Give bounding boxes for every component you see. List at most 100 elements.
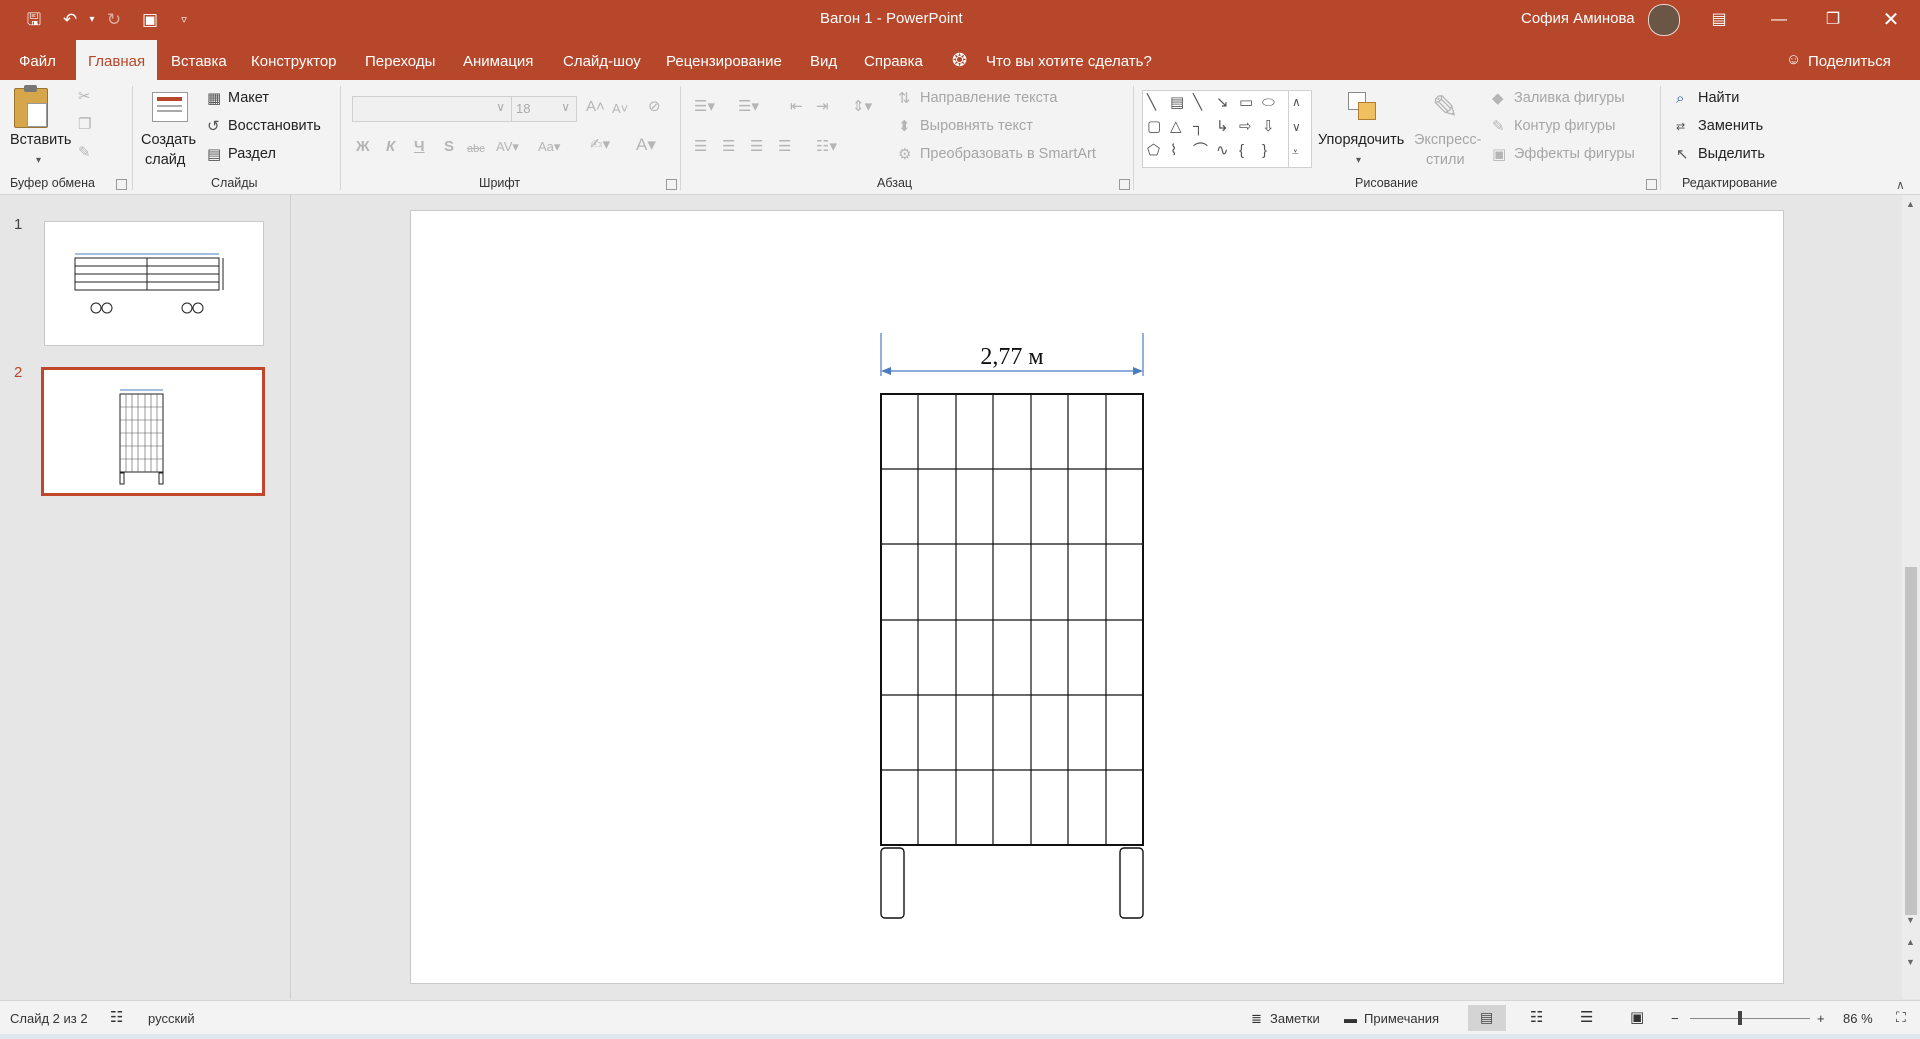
- zoom-out-icon[interactable]: −: [1671, 1011, 1679, 1026]
- new-slide-button-line2[interactable]: слайд: [145, 152, 185, 168]
- close-icon[interactable]: ✕: [1868, 0, 1914, 40]
- arrow-shape-icon[interactable]: ↘: [1216, 94, 1229, 112]
- arrange-dropdown-icon[interactable]: ▾: [1356, 152, 1361, 170]
- vertical-scrollbar[interactable]: ▲ ▼ ▲ ▼: [1902, 195, 1920, 999]
- user-name[interactable]: София Аминова: [1521, 10, 1635, 27]
- increase-font-icon[interactable]: A˄: [586, 98, 605, 116]
- find-button[interactable]: Найти: [1698, 90, 1739, 106]
- arrange-icon[interactable]: [1346, 90, 1380, 124]
- clipboard-launcher-icon[interactable]: [116, 179, 127, 190]
- scroll-thumb[interactable]: [1905, 567, 1917, 915]
- copy-icon[interactable]: ❐: [78, 116, 91, 134]
- restore-icon[interactable]: ❐: [1810, 0, 1856, 40]
- smartart-button[interactable]: Преобразовать в SmartArt: [920, 146, 1096, 162]
- new-slide-icon[interactable]: [152, 92, 188, 122]
- highlight-icon[interactable]: ✍▾: [590, 136, 610, 154]
- slideshow-view-icon[interactable]: ▣: [1630, 1008, 1644, 1026]
- shadow-button[interactable]: S: [444, 138, 454, 156]
- right-brace-icon[interactable]: }: [1262, 142, 1267, 160]
- font-name-combobox[interactable]: ∨: [352, 96, 512, 122]
- start-from-beginning-icon[interactable]: ▣: [138, 8, 162, 32]
- oval-shape-icon[interactable]: ⬭: [1262, 94, 1275, 112]
- wheel-left[interactable]: [880, 847, 905, 919]
- tab-file[interactable]: Файл: [19, 40, 56, 80]
- align-left-icon[interactable]: ☰: [694, 138, 707, 156]
- drawing-launcher-icon[interactable]: [1646, 179, 1657, 190]
- scroll-down-icon[interactable]: ▼: [1906, 915, 1915, 925]
- tab-slideshow[interactable]: Слайд-шоу: [563, 40, 641, 80]
- numbering-icon[interactable]: ☰▾: [738, 98, 759, 116]
- quick-styles-icon[interactable]: ✎: [1432, 90, 1459, 124]
- ribbon-display-options-icon[interactable]: ▤: [1696, 0, 1742, 40]
- slide-sorter-icon[interactable]: ☷: [1530, 1008, 1543, 1026]
- tab-design[interactable]: Конструктор: [251, 40, 337, 80]
- increase-indent-icon[interactable]: ⇥: [816, 98, 829, 116]
- scribble-shape-icon[interactable]: ⌇: [1170, 142, 1177, 160]
- paste-dropdown-icon[interactable]: ▾: [36, 152, 41, 170]
- tab-transitions[interactable]: Переходы: [365, 40, 435, 80]
- rectangle-shape-icon[interactable]: ▭: [1239, 94, 1253, 112]
- cut-icon[interactable]: ✂: [78, 88, 91, 106]
- tab-help[interactable]: Справка: [864, 40, 923, 80]
- text-direction-button[interactable]: Направление текста: [920, 90, 1057, 106]
- align-text-button[interactable]: Выровнять текст: [920, 118, 1033, 134]
- tab-view[interactable]: Вид: [810, 40, 837, 80]
- scroll-up-icon[interactable]: ▲: [1906, 199, 1915, 209]
- tab-animations[interactable]: Анимация: [463, 40, 533, 80]
- font-size-combobox[interactable]: 18 ∨: [511, 96, 577, 122]
- layout-button[interactable]: Макет: [228, 90, 269, 106]
- slide-thumbnail-1[interactable]: [44, 221, 264, 346]
- paragraph-launcher-icon[interactable]: [1119, 179, 1130, 190]
- strikethrough-button[interactable]: abc: [467, 140, 485, 158]
- dimension-label[interactable]: 2,77 м: [980, 344, 1043, 370]
- tab-insert[interactable]: Вставка: [171, 40, 227, 80]
- columns-icon[interactable]: ☷▾: [816, 138, 837, 156]
- language-indicator[interactable]: русский: [148, 1011, 195, 1026]
- zoom-slider[interactable]: [1690, 1018, 1810, 1019]
- spell-check-icon[interactable]: ☷: [110, 1008, 123, 1026]
- decrease-indent-icon[interactable]: ⇤: [790, 98, 803, 116]
- normal-view-button[interactable]: ▤: [1468, 1005, 1506, 1031]
- section-button[interactable]: Раздел: [228, 146, 276, 162]
- paste-icon[interactable]: [14, 85, 48, 128]
- shape-fill-button[interactable]: Заливка фигуры: [1514, 90, 1625, 106]
- fit-to-window-icon[interactable]: ⛶: [1896, 1009, 1906, 1026]
- line-spacing-icon[interactable]: ⇕▾: [852, 98, 872, 116]
- minimize-icon[interactable]: —: [1756, 0, 1802, 40]
- undo-dropdown-icon[interactable]: ▾: [80, 8, 104, 32]
- share-button[interactable]: Поделиться: [1808, 40, 1891, 80]
- shapes-gallery[interactable]: ╲ ▤ ╲ ↘ ▭ ⬭ ▢ △ ┐ ↳ ⇨ ⇩ ⬠ ⌇ ⌒ ∿ { } ∧ ∨ …: [1142, 90, 1312, 168]
- customize-qat-icon[interactable]: ▿: [172, 8, 196, 32]
- clear-formatting-icon[interactable]: ⊘: [648, 98, 661, 116]
- font-launcher-icon[interactable]: [666, 179, 677, 190]
- select-button[interactable]: Выделить: [1698, 146, 1765, 162]
- arrange-button[interactable]: Упорядочить: [1318, 132, 1404, 148]
- line-shape-icon[interactable]: ╲: [1193, 94, 1202, 112]
- shape-outline-button[interactable]: Контур фигуры: [1514, 118, 1615, 134]
- elbow-connector-icon[interactable]: ┐: [1193, 118, 1204, 136]
- bold-button[interactable]: Ж: [356, 138, 370, 156]
- zoom-slider-thumb[interactable]: [1738, 1011, 1742, 1025]
- zoom-level[interactable]: 86 %: [1843, 1011, 1873, 1026]
- save-icon[interactable]: 🖫: [22, 8, 46, 32]
- line-shape-icon[interactable]: ╲: [1147, 94, 1156, 112]
- tab-review[interactable]: Рецензирование: [666, 40, 782, 80]
- reading-view-icon[interactable]: ☰: [1580, 1008, 1593, 1026]
- chevron-up-icon[interactable]: ∧: [1292, 93, 1301, 111]
- avatar[interactable]: [1648, 4, 1680, 36]
- down-arrow-shape-icon[interactable]: ⇩: [1262, 118, 1275, 136]
- align-center-icon[interactable]: ☰: [722, 138, 735, 156]
- gallery-scroll[interactable]: ∧ ∨ ⩡: [1288, 91, 1311, 167]
- tell-me-search[interactable]: Что вы хотите сделать?: [986, 40, 1152, 80]
- shape-effects-button[interactable]: Эффекты фигуры: [1514, 146, 1635, 162]
- replace-button[interactable]: Заменить: [1698, 118, 1763, 134]
- freeform-shape-icon[interactable]: ⬠: [1147, 142, 1160, 160]
- justify-icon[interactable]: ☰: [778, 138, 791, 156]
- elbow-arrow-icon[interactable]: ↳: [1216, 118, 1229, 136]
- redo-icon[interactable]: ↻: [102, 8, 126, 32]
- notes-button[interactable]: Заметки: [1270, 1011, 1320, 1026]
- textbox-shape-icon[interactable]: ▤: [1170, 94, 1184, 112]
- gallery-more-icon[interactable]: ⩡: [1292, 143, 1299, 161]
- italic-button[interactable]: К: [386, 138, 395, 156]
- format-painter-icon[interactable]: ✎: [78, 144, 91, 162]
